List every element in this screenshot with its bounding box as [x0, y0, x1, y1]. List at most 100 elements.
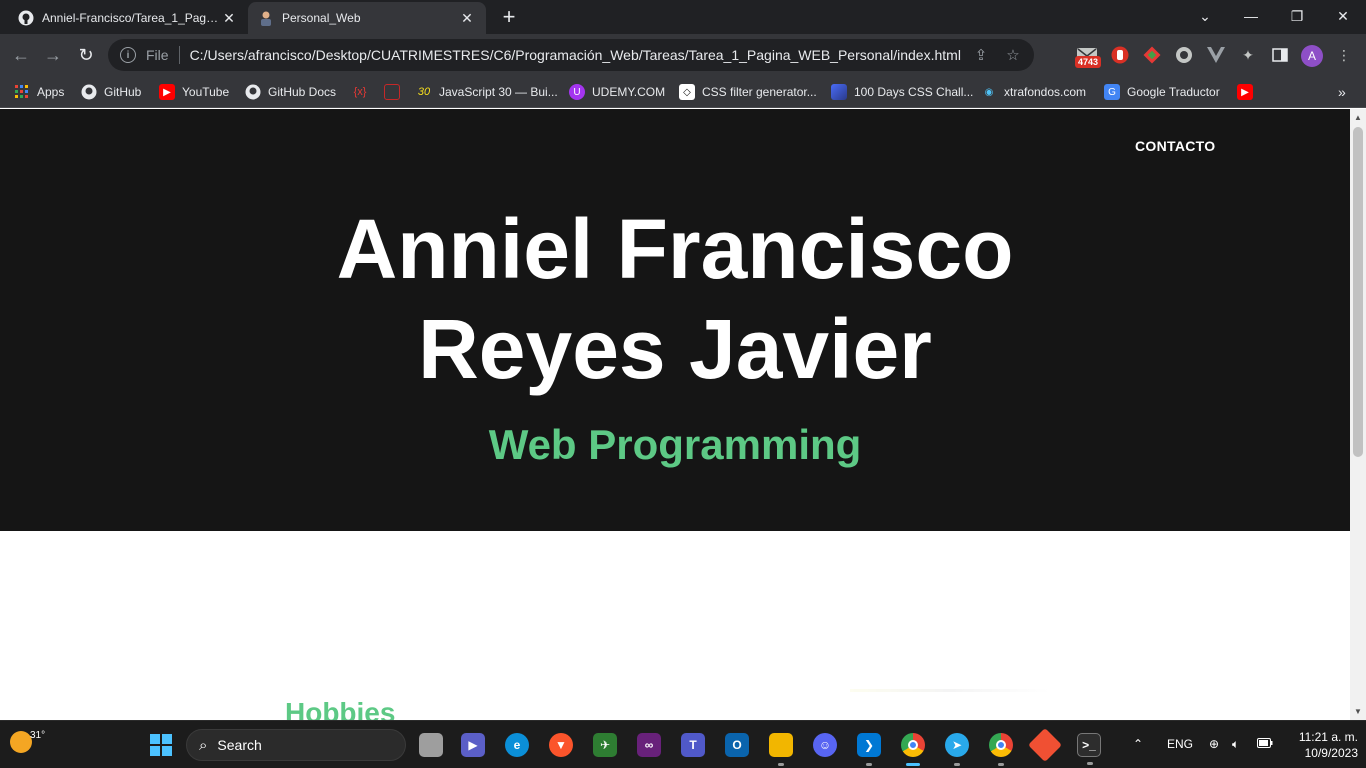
taskbar-search[interactable]: ⌕ Search	[186, 729, 406, 761]
minimize-button[interactable]: —	[1228, 0, 1274, 32]
bookmark-youtube[interactable]: ▶ YouTube	[159, 82, 229, 102]
profile-avatar[interactable]: A	[1301, 45, 1323, 67]
vue-devtools-icon[interactable]	[1205, 44, 1227, 66]
rocket-icon[interactable]: ✈	[593, 733, 617, 757]
reload-button[interactable]: ↻	[73, 42, 99, 68]
folder-icon[interactable]	[769, 733, 793, 766]
url-text[interactable]: C:/Users/afrancisco/Desktop/CUATRIMESTRE…	[190, 47, 970, 63]
git-icon[interactable]	[1028, 728, 1062, 762]
discord-icon[interactable]: ☺	[813, 733, 837, 757]
edge-icon[interactable]: e	[505, 733, 529, 757]
file-explorer-thumb-icon[interactable]	[419, 733, 443, 757]
bookmark-label: GitHub	[104, 85, 142, 99]
bookmark-label: GitHub Docs	[268, 85, 337, 99]
browser-toolbar: ← → ↻ i File C:/Users/afrancisco/Desktop…	[0, 34, 1366, 76]
eye-icon: ◉	[984, 86, 994, 98]
person-icon	[258, 10, 274, 26]
new-tab-button[interactable]: +	[497, 4, 521, 29]
tab-title: Anniel-Francisco/Tarea_1_Pagina_WEB_Pers…	[42, 11, 220, 25]
blue-square-icon	[831, 84, 847, 100]
language-indicator[interactable]: ENG	[1167, 737, 1193, 751]
more-bookmarks-chevron-icon[interactable]: »	[1338, 82, 1346, 102]
restore-button[interactable]: ❐	[1274, 0, 1320, 32]
youtube-icon: ▶	[159, 84, 175, 100]
bookmark-star-icon[interactable]: ☆	[1002, 44, 1024, 66]
forward-button[interactable]: →	[40, 42, 66, 68]
clock-time: 11:21 a. m.	[1298, 730, 1358, 744]
start-button[interactable]	[150, 734, 172, 756]
chrome-icon[interactable]	[901, 733, 925, 766]
close-window-button[interactable]: ✕	[1320, 0, 1366, 32]
taskbar: 31° ⌕ Search ▶ e ▼ ✈ ∞ T O ☺ ❯ ➤ >_ ⌃ EN…	[0, 720, 1366, 768]
scroll-down-arrow-icon[interactable]: ▼	[1354, 707, 1362, 716]
hobbies-heading: Hobbies	[285, 697, 396, 720]
udemy-icon: U	[569, 84, 585, 100]
visual-studio-icon[interactable]: ∞	[637, 733, 661, 757]
tab-personal-web[interactable]: Personal_Web ✕	[248, 2, 486, 34]
google-translate-icon: G	[1104, 84, 1120, 100]
url-scheme: File	[146, 47, 169, 63]
color-picker-extension-icon[interactable]	[1141, 44, 1163, 66]
chrome-profile-icon[interactable]	[989, 733, 1013, 766]
system-clock[interactable]: 11:21 a. m. 10/9/2023	[1282, 729, 1358, 761]
bookmark-variable[interactable]: {x}	[352, 82, 375, 102]
address-bar[interactable]: i File C:/Users/afrancisco/Desktop/CUATR…	[108, 39, 1034, 71]
bookmark-javascript30[interactable]: 30 JavaScript 30 — Bui...	[416, 82, 558, 102]
volume-icon[interactable]: 🔈︎	[1232, 737, 1239, 752]
close-tab-icon[interactable]: ✕	[458, 9, 476, 27]
brave-icon[interactable]: ▼	[549, 733, 573, 757]
bookmark-youtube-2[interactable]: ▶	[1237, 82, 1260, 102]
bookmark-google-traductor[interactable]: G Google Traductor	[1104, 82, 1220, 102]
weather-icon	[10, 731, 32, 753]
divider	[178, 46, 180, 64]
bookmark-github[interactable]: GitHub	[81, 82, 141, 102]
bookmark-label: JavaScript 30 — Bui...	[439, 85, 558, 99]
github-icon	[18, 10, 34, 26]
terminal-icon[interactable]: >_	[1077, 733, 1101, 765]
web-page: CONTACTO Anniel Francisco Reyes Javier W…	[0, 109, 1350, 720]
bookmark-label: UDEMY.COM	[592, 85, 666, 99]
meet-icon[interactable]: ▶	[461, 733, 485, 757]
bookmark-label: Google Traductor	[1127, 85, 1220, 99]
share-icon[interactable]: ⇪	[970, 44, 992, 66]
bookmark-label: CSS filter generator...	[702, 85, 817, 99]
info-icon[interactable]: i	[120, 47, 136, 63]
bookmark-red[interactable]	[384, 82, 407, 102]
outlook-icon[interactable]: O	[725, 733, 749, 757]
show-hidden-icons-chevron-icon[interactable]: ⌃	[1133, 737, 1143, 751]
tab-search-chevron-icon[interactable]: ⌄	[1182, 0, 1228, 32]
codepen-icon: ◇	[679, 84, 695, 100]
vscode-icon[interactable]: ❯	[857, 733, 881, 766]
scroll-up-arrow-icon[interactable]: ▲	[1354, 113, 1362, 122]
contact-link[interactable]: CONTACTO	[1135, 138, 1215, 154]
weather-widget[interactable]: 31°	[10, 730, 45, 753]
battery-icon[interactable]	[1257, 737, 1273, 751]
bookmark-udemy[interactable]: U UDEMY.COM	[569, 82, 665, 102]
bookmark-css-filter[interactable]: ◇ CSS filter generator...	[679, 82, 817, 102]
extensions-puzzle-icon[interactable]: ✦	[1237, 44, 1259, 66]
hero-subtitle: Web Programming	[488, 421, 862, 468]
mail-count-badge: 4743	[1075, 56, 1102, 68]
teams-icon[interactable]: T	[681, 733, 705, 757]
side-panel-icon[interactable]	[1269, 44, 1291, 66]
js30-icon: 30	[417, 86, 431, 98]
tab-github-repo[interactable]: Anniel-Francisco/Tarea_1_Pagina_WEB_Pers…	[8, 2, 248, 34]
bookmark-100-days-css[interactable]: 100 Days CSS Chall...	[831, 82, 973, 102]
bookmark-apps[interactable]: Apps	[14, 82, 64, 102]
menu-kebab-icon[interactable]: ⋮	[1333, 44, 1355, 66]
youtube-icon: ▶	[1237, 84, 1253, 100]
bookmark-github-docs[interactable]: GitHub Docs	[245, 82, 336, 102]
circle-extension-icon[interactable]	[1173, 44, 1195, 66]
hero-name-line1: Anniel Francisco	[336, 202, 1014, 296]
hero-name-line2: Reyes Javier	[418, 302, 932, 396]
close-tab-icon[interactable]: ✕	[220, 9, 238, 27]
back-button[interactable]: ←	[8, 42, 34, 68]
bookmark-xtrafondos[interactable]: ◉ xtrafondos.com	[981, 82, 1086, 102]
scrollbar-thumb[interactable]	[1353, 127, 1363, 457]
telegram-icon[interactable]: ➤	[945, 733, 969, 766]
stop-hand-extension-icon[interactable]	[1109, 44, 1131, 66]
hero-name: Anniel Francisco Reyes Javier	[0, 199, 1350, 399]
page-scrollbar[interactable]: ▲ ▼	[1350, 109, 1366, 720]
search-icon: ⌕	[199, 736, 208, 754]
network-globe-icon[interactable]: ⊕	[1209, 737, 1219, 751]
